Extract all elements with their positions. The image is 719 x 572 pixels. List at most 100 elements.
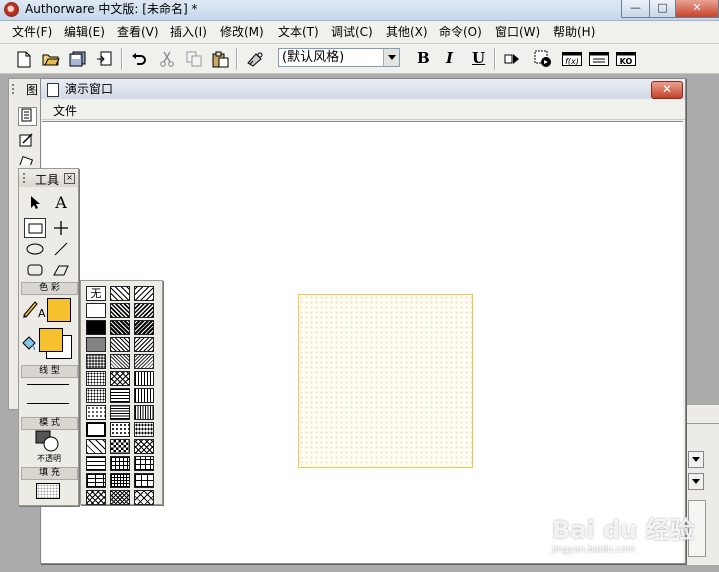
fill-pattern-swatch[interactable] [110,439,130,454]
palette-grip[interactable] [11,83,15,95]
fill-pattern-swatch[interactable] [110,320,130,335]
tools-palette-titlebar[interactable]: 工具 × [19,169,78,187]
fill-pattern-swatch[interactable] [110,286,130,301]
fill-pattern-swatch[interactable] [110,405,130,420]
cut-icon[interactable] [157,49,177,69]
fill-pattern-swatch[interactable] [134,388,154,403]
fill-pattern-swatch[interactable] [86,320,106,335]
opaque-mode-icon[interactable] [35,430,59,452]
fill-pattern-swatch[interactable] [110,303,130,318]
fill-pattern-swatch[interactable] [110,371,130,386]
fill-pattern-swatch[interactable] [110,388,130,403]
fill-pattern-swatch[interactable] [134,371,154,386]
menu-debug[interactable]: 调试(C) [331,25,373,39]
fill-pattern-swatch[interactable] [86,456,106,471]
current-fill-pattern[interactable] [36,483,60,499]
foreground-fill-swatch[interactable] [39,328,63,352]
fill-pattern-swatch[interactable] [110,354,130,369]
fill-pattern-swatch[interactable] [134,473,154,488]
fill-pattern-swatch[interactable] [110,473,130,488]
fill-pattern-swatch[interactable] [86,371,106,386]
copy-icon[interactable] [184,49,204,69]
undo-icon[interactable] [129,49,149,69]
polygon-tool-icon[interactable] [50,260,72,280]
line-style-thin[interactable] [27,384,69,385]
save-all-icon[interactable] [68,49,88,69]
fill-pattern-swatch[interactable] [110,456,130,471]
authorware-app-icon[interactable] [4,2,19,17]
line-style-option[interactable] [27,403,69,404]
fill-pattern-swatch[interactable] [86,388,106,403]
fill-pattern-swatch[interactable] [134,456,154,471]
underline-button[interactable]: U [472,50,485,66]
fill-pattern-swatch[interactable] [86,337,106,352]
fill-pattern-swatch[interactable] [86,354,106,369]
text-style-select[interactable]: (默认风格) [278,48,400,67]
maximize-button[interactable]: □ [649,0,676,18]
fill-pattern-swatch[interactable] [134,439,154,454]
dropdown-arrow-icon[interactable] [688,473,704,490]
menu-edit[interactable]: 编辑(E) [64,25,105,39]
erase-icon[interactable] [18,155,35,165]
fill-pattern-swatch[interactable] [86,303,106,318]
pointer-tool-icon[interactable] [24,192,46,212]
open-folder-icon[interactable] [41,49,61,69]
fill-pattern-swatch[interactable] [134,490,154,505]
bold-button[interactable]: B [417,50,430,66]
menu-help[interactable]: 帮助(H) [553,25,595,39]
dropdown-arrow-icon[interactable] [688,451,704,468]
menu-text[interactable]: 文本(T) [278,25,319,39]
tools-close-button[interactable]: × [64,173,75,184]
crosshair-tool-icon[interactable] [50,218,72,238]
fill-pattern-swatch[interactable] [86,473,106,488]
display-icon[interactable] [18,107,37,126]
fill-pattern-swatch[interactable] [134,286,154,301]
fill-pattern-swatch[interactable] [134,422,154,437]
function-window-icon[interactable]: f(x) [561,49,583,69]
menu-modify[interactable]: 修改(M) [220,25,264,39]
rectangle-shape[interactable] [298,294,473,468]
line-tool-icon[interactable] [50,239,72,259]
new-file-icon[interactable] [14,49,34,69]
text-tool[interactable]: A [50,192,72,212]
menu-window[interactable]: 窗口(W) [495,25,540,39]
fill-pattern-swatch[interactable] [86,422,106,437]
knowledge-object-icon[interactable]: KO [615,49,637,69]
presentation-menu-file[interactable]: 文件 [53,102,77,119]
menu-file[interactable]: 文件(F) [12,25,52,39]
grip-handle[interactable] [22,172,26,184]
italic-button[interactable]: I [446,50,453,66]
close-button[interactable]: ✕ [675,0,719,18]
fill-pattern-swatch[interactable] [86,439,106,454]
fill-pattern-swatch[interactable] [134,320,154,335]
find-icon[interactable] [245,49,265,69]
fill-pattern-swatch[interactable] [134,337,154,352]
presentation-window-titlebar[interactable]: 演示窗口 ✕ [41,79,685,99]
menu-commands[interactable]: 命令(O) [439,25,482,39]
fill-pattern-swatch[interactable] [86,405,106,420]
run-icon[interactable] [502,49,522,69]
fill-pattern-swatch[interactable] [110,422,130,437]
motion-icon[interactable] [18,131,35,148]
menu-view[interactable]: 查看(V) [117,25,159,39]
presentation-close-button[interactable]: ✕ [651,81,683,99]
control-panel-icon[interactable] [533,49,553,69]
menu-insert[interactable]: 插入(I) [170,25,207,39]
fill-pattern-swatch[interactable] [86,490,106,505]
import-icon[interactable] [95,49,115,69]
menu-other[interactable]: 其他(X) [386,25,428,39]
fill-pattern-none[interactable]: 无 [86,286,106,301]
paste-icon[interactable] [210,49,230,69]
line-color-swatch[interactable] [47,298,71,322]
fill-pattern-swatch[interactable] [110,490,130,505]
variable-window-icon[interactable] [588,49,610,69]
fill-pattern-swatch[interactable] [134,354,154,369]
ellipse-tool-icon[interactable] [24,239,46,259]
fill-pattern-swatch[interactable] [134,303,154,318]
fill-pattern-swatch[interactable] [134,405,154,420]
dropdown-arrow-icon[interactable] [383,49,399,66]
rectangle-tool-icon[interactable] [24,218,46,238]
rounded-rectangle-tool-icon[interactable] [24,260,46,280]
fill-pattern-swatch[interactable] [110,337,130,352]
minimize-button[interactable]: — [621,0,650,18]
